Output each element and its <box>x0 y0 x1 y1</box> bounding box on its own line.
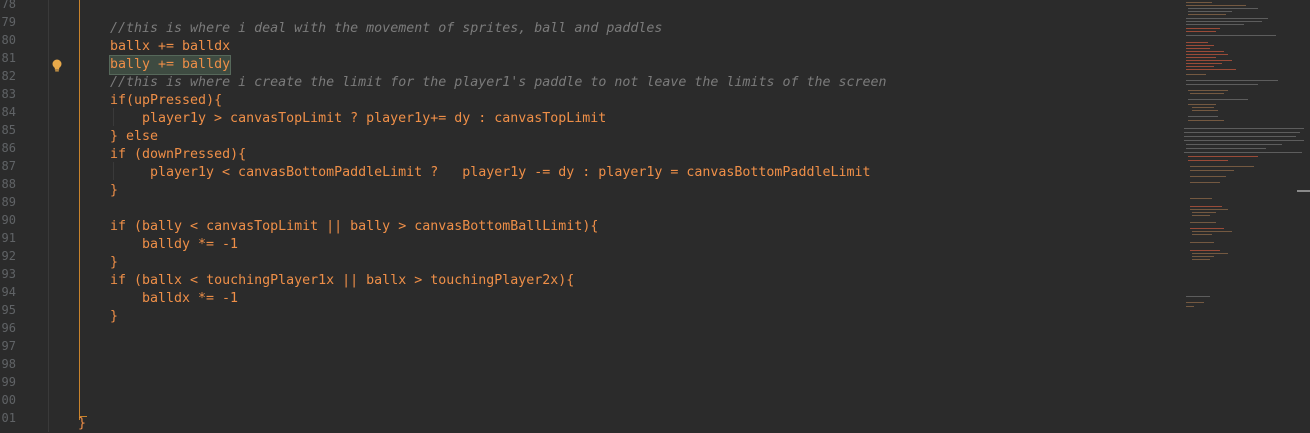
minimap-row <box>1186 28 1220 29</box>
minimap-row <box>1190 242 1214 243</box>
minimap-row <box>1186 35 1276 36</box>
minimap-row <box>1186 66 1214 67</box>
minimap-row <box>1192 234 1212 235</box>
minimap-row <box>1186 5 1246 6</box>
minimap-row <box>1188 104 1216 105</box>
code-line: } else <box>110 129 159 144</box>
code-minimap[interactable] <box>1182 0 1310 432</box>
minimap-row <box>1186 60 1232 61</box>
minimap-row <box>1186 54 1228 55</box>
minimap-row <box>1192 256 1214 257</box>
minimap-row <box>1192 253 1228 254</box>
minimap-row <box>1190 228 1224 229</box>
minimap-row <box>1186 31 1216 32</box>
minimap-row <box>1190 198 1212 199</box>
minimap-row <box>1186 21 1262 22</box>
minimap-row <box>1192 110 1218 111</box>
code-line: if (bally < canvasTopLimit || bally > ca… <box>110 219 599 234</box>
minimap-row <box>1190 206 1222 207</box>
minimap-row <box>1186 84 1258 85</box>
minimap-row <box>1184 152 1302 153</box>
minimap-row <box>1186 48 1210 49</box>
minimap-row <box>1188 156 1258 157</box>
minimap-row <box>1188 11 1232 12</box>
minimap-row <box>1192 215 1210 216</box>
code-line: player1y > canvasTopLimit ? player1y+= d… <box>142 111 607 126</box>
minimap-row <box>1186 296 1210 297</box>
minimap-row <box>1190 93 1224 94</box>
minimap-row <box>1186 74 1206 75</box>
code-line-comment: //this is where i create the limit for t… <box>110 75 887 90</box>
minimap-row <box>1188 90 1228 91</box>
minimap-row <box>1188 116 1218 117</box>
minimap-row <box>1184 136 1296 137</box>
code-line: balldy *= -1 <box>142 237 239 252</box>
minimap-row <box>1188 160 1228 161</box>
minimap-row <box>1192 107 1214 108</box>
code-line: } <box>110 183 119 198</box>
minimap-row <box>1186 45 1214 46</box>
minimap-row <box>1186 42 1208 43</box>
code-line-selected: bally += balldy <box>108 55 232 75</box>
minimap-row <box>1186 51 1224 52</box>
code-line: } <box>110 255 119 270</box>
minimap-row <box>1184 128 1304 129</box>
code-line: player1y < canvasBottomPaddleLimit ? pla… <box>150 165 871 180</box>
minimap-row <box>1190 166 1254 167</box>
minimap-row <box>1190 250 1220 251</box>
minimap-row <box>1186 306 1194 307</box>
minimap-row <box>1188 14 1226 15</box>
minimap-row <box>1192 259 1210 260</box>
minimap-row <box>1190 182 1220 183</box>
minimap-row <box>1186 24 1244 25</box>
minimap-row <box>1184 140 1304 141</box>
minimap-row <box>1188 99 1248 100</box>
minimap-row <box>1186 63 1222 64</box>
code-line: ballx += balldx <box>110 39 231 54</box>
minimap-row <box>1188 120 1224 121</box>
minimap-row <box>1190 209 1228 210</box>
code-line: if(upPressed){ <box>110 93 223 108</box>
code-area[interactable]: //this is where i deal with the movement… <box>0 0 1170 432</box>
code-line: balldx *= -1 <box>142 291 239 306</box>
minimap-row <box>1184 132 1300 133</box>
minimap-row <box>1186 302 1204 303</box>
code-line: } <box>110 309 119 324</box>
code-line: if (ballx < touchingPlayer1x || ballx > … <box>110 273 575 288</box>
minimap-row <box>1192 212 1216 213</box>
minimap-row <box>1186 80 1278 81</box>
minimap-row <box>1186 148 1266 149</box>
minimap-row <box>1186 2 1212 3</box>
code-line: if (downPressed){ <box>110 147 247 162</box>
minimap-row <box>1188 8 1258 9</box>
minimap-row <box>1190 170 1234 171</box>
scrollbar-thumb[interactable] <box>1297 190 1310 192</box>
code-editor[interactable]: 78 79 80 81 82 83 84 85 86 87 88 89 90 9… <box>0 0 1310 432</box>
minimap-row <box>1186 18 1268 19</box>
minimap-row <box>1192 231 1232 232</box>
minimap-row <box>1190 176 1226 177</box>
minimap-row <box>1190 222 1216 223</box>
minimap-row <box>1186 144 1282 145</box>
minimap-row <box>1186 57 1216 58</box>
closing-brace: } <box>78 416 87 431</box>
minimap-row <box>1186 69 1236 70</box>
code-line-comment: //this is where i deal with the movement… <box>110 21 663 36</box>
